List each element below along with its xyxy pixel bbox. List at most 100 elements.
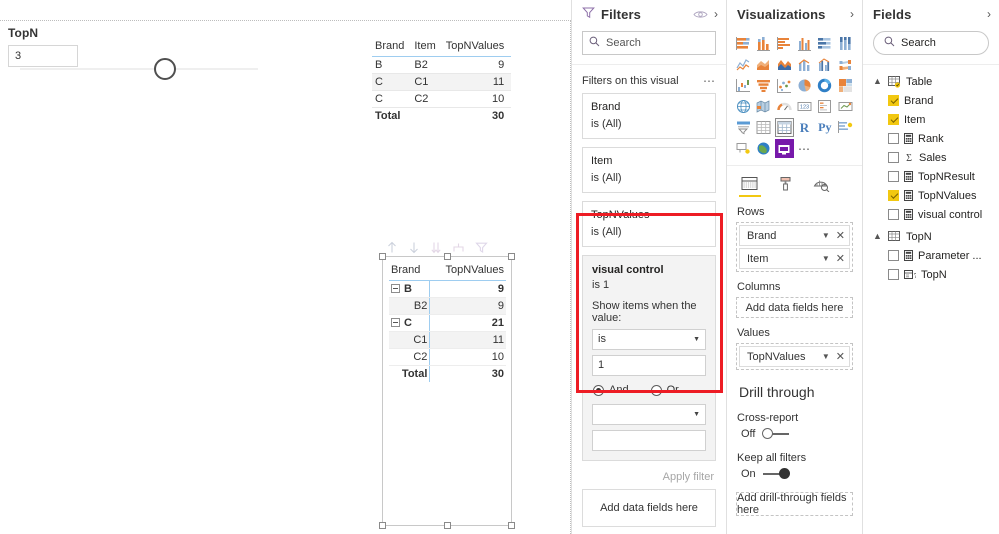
- table-visual[interactable]: Brand Item TopNValues B B2 9 C C1 11 C C…: [372, 38, 512, 124]
- key-influencers-icon[interactable]: [836, 118, 855, 137]
- slicer-icon[interactable]: [734, 118, 753, 137]
- field-checkbox[interactable]: [888, 171, 899, 182]
- matrix-row-label[interactable]: C: [389, 314, 431, 332]
- resize-handle-ne[interactable]: [508, 253, 515, 260]
- field-item-brand[interactable]: Brand: [863, 91, 999, 110]
- collapse-filters-pane-chevron-icon[interactable]: ›: [714, 8, 718, 20]
- column-header-topnvalues[interactable]: TopNValues: [442, 38, 512, 57]
- remove-field-icon[interactable]: ✕: [836, 229, 845, 242]
- field-item-topn[interactable]: ? TopN: [863, 265, 999, 284]
- filled-map-icon[interactable]: [754, 97, 773, 116]
- resize-handle-nw[interactable]: [379, 253, 386, 260]
- matrix-row[interactable]: B 9: [389, 280, 506, 298]
- line-stacked-column-chart-icon[interactable]: [795, 55, 814, 74]
- clustered-column-chart-icon[interactable]: [795, 34, 814, 53]
- fields-tree[interactable]: ▲ Table Brand Item Rank Σ Sales TopNResu…: [863, 64, 999, 284]
- well-columns-dropzone[interactable]: Add data fields here: [736, 297, 853, 318]
- matrix-drill-toolbar[interactable]: [386, 238, 496, 256]
- multi-row-card-icon[interactable]: [815, 97, 834, 116]
- filter-operand-1-input[interactable]: 1: [592, 355, 706, 376]
- donut-chart-icon[interactable]: [815, 76, 834, 95]
- waterfall-chart-icon[interactable]: [734, 76, 753, 95]
- stacked-column-chart-icon[interactable]: [754, 34, 773, 53]
- apply-filter-button[interactable]: Apply filter: [582, 469, 716, 483]
- matrix-row[interactable]: C1 11: [389, 331, 506, 349]
- well-rows[interactable]: Brand ▼ ✕ Item ▼ ✕: [736, 222, 853, 272]
- filter-card-topnvalues[interactable]: TopNValues is (All): [582, 201, 716, 247]
- chevron-down-icon[interactable]: ▼: [822, 231, 830, 240]
- filter-operand-2-input[interactable]: [592, 430, 706, 451]
- field-item-topnresult[interactable]: TopNResult: [863, 167, 999, 186]
- matrix-column-header-topnvalues[interactable]: TopNValues: [429, 263, 506, 281]
- table-icon[interactable]: [754, 118, 773, 137]
- 100-stacked-bar-chart-icon[interactable]: [815, 34, 834, 53]
- matrix-row-label[interactable]: B: [389, 280, 431, 298]
- matrix-visual[interactable]: Brand TopNValues B 9 B2 9 C 21 C1 11 C2 …: [379, 253, 515, 529]
- ribbon-chart-icon[interactable]: [836, 55, 855, 74]
- resize-handle-n[interactable]: [444, 253, 451, 260]
- matrix-column-header-brand[interactable]: Brand: [389, 263, 430, 281]
- treemap-icon[interactable]: [836, 76, 855, 95]
- kpi-icon[interactable]: [836, 97, 855, 116]
- remove-field-icon[interactable]: ✕: [836, 252, 845, 265]
- field-checkbox[interactable]: [888, 152, 899, 163]
- gauge-icon[interactable]: [775, 97, 794, 116]
- matrix-row[interactable]: C2 10: [389, 348, 506, 366]
- resize-handle-se[interactable]: [508, 522, 515, 529]
- field-checkbox[interactable]: [888, 133, 899, 144]
- chevron-up-icon[interactable]: ▲: [873, 77, 883, 86]
- collapse-fields-pane-chevron-icon[interactable]: ›: [987, 8, 991, 20]
- arcgis-maps-icon[interactable]: [754, 139, 773, 158]
- table-row[interactable]: B B2 9: [372, 56, 512, 74]
- slicer-slider[interactable]: [20, 55, 258, 83]
- field-item-parameter[interactable]: Parameter ...: [863, 246, 999, 265]
- field-item-topnvalues[interactable]: TopNValues: [863, 186, 999, 205]
- funnel-chart-icon[interactable]: [754, 76, 773, 95]
- collapse-expander-icon[interactable]: [391, 284, 400, 293]
- drill-down-icon[interactable]: [408, 241, 420, 254]
- analytics-tab[interactable]: [813, 176, 830, 197]
- clustered-bar-chart-icon[interactable]: [775, 34, 794, 53]
- column-header-brand[interactable]: Brand: [372, 38, 412, 57]
- filters-search-input[interactable]: Search: [582, 31, 716, 55]
- filter-logic-and-radio[interactable]: And: [593, 384, 629, 396]
- filter-card-brand[interactable]: Brand is (All): [582, 93, 716, 139]
- more-options-icon[interactable]: ⋯: [795, 139, 814, 158]
- custom-visual-icon[interactable]: [774, 139, 794, 158]
- field-checkbox[interactable]: [888, 250, 899, 261]
- column-header-item[interactable]: Item: [411, 38, 443, 57]
- area-chart-icon[interactable]: [754, 55, 773, 74]
- slider-thumb[interactable]: [154, 58, 176, 80]
- field-chip-item[interactable]: Item ▼ ✕: [739, 248, 850, 269]
- matrix-row[interactable]: C 21: [389, 314, 506, 332]
- 100-stacked-column-chart-icon[interactable]: [836, 34, 855, 53]
- field-item-item[interactable]: Item: [863, 110, 999, 129]
- fields-table-header-topn[interactable]: ▲ TopN: [863, 227, 999, 246]
- visualization-type-gallery[interactable]: 123 R Py ⋯: [727, 28, 862, 160]
- pie-chart-icon[interactable]: [795, 76, 814, 95]
- python-visual-icon[interactable]: Py: [815, 118, 834, 137]
- matrix-row[interactable]: B2 9: [389, 297, 506, 315]
- stacked-area-chart-icon[interactable]: [775, 55, 794, 74]
- well-values[interactable]: TopNValues ▼ ✕: [736, 343, 853, 370]
- field-checkbox[interactable]: [888, 209, 899, 220]
- fields-tab[interactable]: [739, 176, 761, 197]
- filter-logic-radio-group[interactable]: And Or: [593, 384, 706, 396]
- visual-wells-tabs[interactable]: [727, 165, 862, 197]
- collapse-visualizations-pane-chevron-icon[interactable]: ›: [850, 8, 854, 20]
- expand-all-down-icon[interactable]: [430, 241, 442, 254]
- field-checkbox[interactable]: [888, 190, 899, 201]
- cross-report-toggle-row[interactable]: Off: [727, 428, 862, 440]
- stacked-bar-chart-icon[interactable]: [734, 34, 753, 53]
- drill-through-dropzone[interactable]: Add drill-through fields here: [736, 492, 853, 516]
- decomposition-tree-icon[interactable]: [734, 139, 753, 158]
- map-icon[interactable]: [734, 97, 753, 116]
- visual-filter-dropzone[interactable]: Add data fields here: [582, 489, 716, 527]
- drill-up-icon[interactable]: [386, 241, 398, 254]
- filter-card-item[interactable]: Item is (All): [582, 147, 716, 193]
- report-canvas[interactable]: TopN 3 Brand Item TopNValues B B2 9 C C1…: [0, 0, 571, 534]
- field-item-rank[interactable]: Rank: [863, 129, 999, 148]
- fields-table-header-table[interactable]: ▲ Table: [863, 72, 999, 91]
- filter-card-visual-control[interactable]: visual control is 1 Show items when the …: [582, 255, 716, 461]
- line-clustered-column-chart-icon[interactable]: [815, 55, 834, 74]
